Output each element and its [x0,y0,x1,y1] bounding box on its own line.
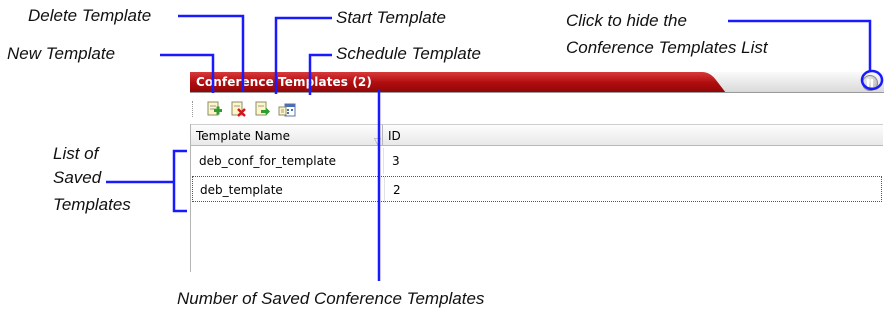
callout-lines [106,14,884,281]
schedule-template-pointer [308,53,332,95]
new-template-pointer [160,53,215,93]
hide-list-highlight [860,69,884,91]
saved-list-bracket [172,149,187,213]
hide-list-pointer [728,19,872,72]
